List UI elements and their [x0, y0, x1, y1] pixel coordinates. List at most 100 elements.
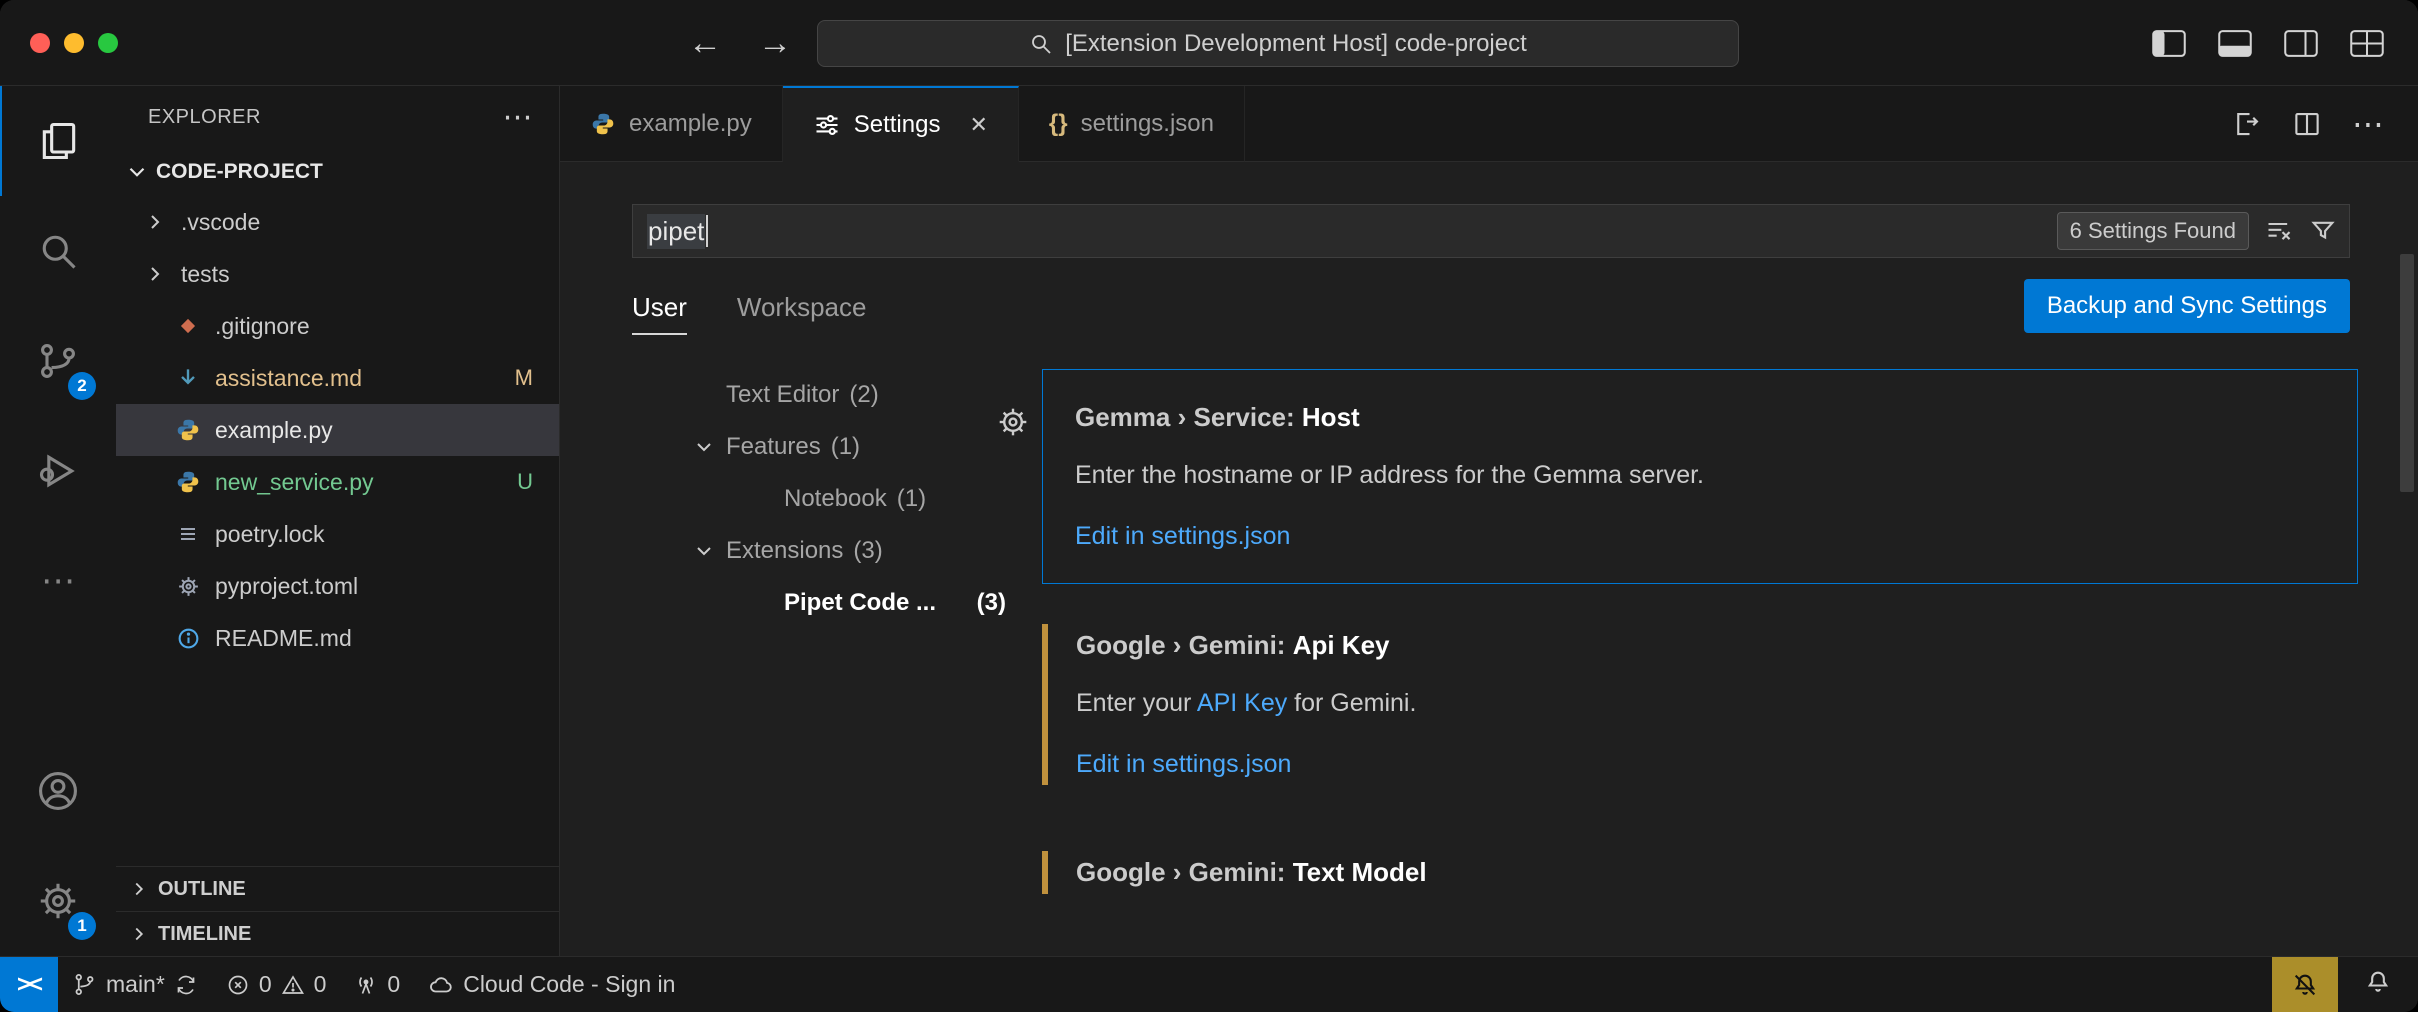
explorer-more-actions-icon[interactable]: ⋯	[503, 100, 534, 135]
open-changes-icon[interactable]	[2232, 109, 2262, 139]
editor-more-actions-icon[interactable]: ⋯	[2352, 105, 2384, 143]
manage-button[interactable]: 1	[0, 846, 116, 956]
python-file-icon	[175, 469, 201, 495]
git-modified-badge: M	[515, 365, 533, 391]
scrollbar-thumb[interactable]	[2400, 254, 2414, 492]
tab-settings-json[interactable]: {} settings.json	[1019, 86, 1245, 162]
toc-item-text-editor[interactable]: Text Editor (2)	[632, 369, 1012, 421]
problems-status-item[interactable]: 0 0	[212, 957, 341, 1012]
tree-item-pyproject-toml[interactable]: pyproject.toml	[116, 560, 559, 612]
search-icon	[36, 229, 80, 273]
sidebar-title: EXPLORER	[148, 106, 261, 129]
tree-item-example-py[interactable]: example.py	[116, 404, 559, 456]
ports-status-item[interactable]: 0	[340, 957, 414, 1012]
tab-settings[interactable]: Settings ✕	[783, 86, 1019, 162]
clear-search-icon[interactable]	[2265, 217, 2293, 245]
setting-google-gemini-api-key[interactable]: Google › Gemini: Api Key Enter your API …	[1042, 614, 2358, 795]
close-window-button[interactable]	[30, 33, 50, 53]
api-key-link[interactable]: API Key	[1197, 689, 1287, 717]
project-root-folder[interactable]: CODE-PROJECT	[116, 148, 559, 196]
notifications-status-item[interactable]	[2338, 968, 2418, 1002]
forward-icon[interactable]: →	[758, 24, 792, 63]
tree-item-new-service-py[interactable]: new_service.py U	[116, 456, 559, 508]
setting-title: Google › Gemini: Text Model	[1076, 857, 2358, 888]
toggle-secondary-sidebar-icon[interactable]	[2284, 30, 2318, 57]
json-file-icon: {}	[1049, 110, 1068, 138]
tab-example-py[interactable]: example.py	[560, 86, 783, 162]
toggle-sidebar-icon[interactable]	[2152, 30, 2186, 57]
settings-editor: pipet 6 Settings Found User Workspace Ba…	[560, 162, 2418, 956]
tree-item-vscode[interactable]: .vscode	[116, 196, 559, 248]
tree-item-assistance-md[interactable]: assistance.md M	[116, 352, 559, 404]
setting-gemma-service-host[interactable]: Gemma › Service: Host Enter the hostname…	[1042, 369, 2358, 584]
scm-badge: 2	[68, 372, 96, 400]
outline-section-header[interactable]: OUTLINE	[116, 866, 559, 911]
info-file-icon	[176, 626, 201, 651]
filter-icon[interactable]	[2309, 217, 2337, 245]
explorer-activity-button[interactable]	[0, 86, 116, 196]
chevron-right-icon	[128, 878, 150, 900]
minimize-window-button[interactable]	[64, 33, 84, 53]
settings-list: Gemma › Service: Host Enter the hostname…	[1042, 369, 2358, 904]
project-root-label: CODE-PROJECT	[156, 160, 323, 184]
settings-scope-tabs: User Workspace Backup and Sync Settings	[632, 292, 2350, 335]
scope-tab-workspace[interactable]: Workspace	[737, 292, 867, 335]
search-activity-button[interactable]	[0, 196, 116, 306]
toc-item-features[interactable]: Features (1)	[632, 421, 1012, 473]
zoom-window-button[interactable]	[98, 33, 118, 53]
chevron-down-icon	[692, 435, 716, 459]
backup-sync-button[interactable]: Backup and Sync Settings	[2024, 279, 2350, 333]
timeline-section-header[interactable]: TIMELINE	[116, 911, 559, 956]
text-caret	[706, 215, 708, 247]
edit-in-settings-json-link[interactable]: Edit in settings.json	[1076, 750, 2358, 779]
explorer-sidebar: EXPLORER ⋯ CODE-PROJECT .vscode tests	[116, 86, 560, 956]
setting-description: Enter the hostname or IP address for the…	[1075, 461, 2325, 490]
source-control-activity-button[interactable]: 2	[0, 306, 116, 416]
toc-item-notebook[interactable]: Notebook (1)	[632, 473, 1012, 525]
setting-google-gemini-text-model[interactable]: Google › Gemini: Text Model	[1042, 841, 2358, 904]
titlebar: ← → [Extension Development Host] code-pr…	[0, 0, 2418, 86]
chevron-right-icon	[143, 210, 167, 234]
traffic-lights	[30, 33, 118, 53]
close-tab-icon[interactable]: ✕	[969, 112, 987, 138]
remote-indicator[interactable]: ><	[0, 957, 58, 1012]
chevron-right-icon	[143, 262, 167, 286]
edit-in-settings-json-link[interactable]: Edit in settings.json	[1075, 522, 2325, 551]
git-branch-icon	[72, 972, 97, 997]
tree-item-tests[interactable]: tests	[116, 248, 559, 300]
customize-layout-icon[interactable]	[2350, 30, 2384, 57]
toc-item-extensions[interactable]: Extensions (3)	[632, 525, 1012, 577]
edit-setting-gear-icon[interactable]	[996, 405, 1030, 439]
sync-icon	[174, 973, 198, 997]
toc-item-pipet-code[interactable]: Pipet Code ... (3)	[632, 577, 1012, 629]
additional-views-button[interactable]: ⋯	[0, 526, 116, 636]
accounts-button[interactable]	[0, 736, 116, 846]
scope-tab-user[interactable]: User	[632, 292, 687, 335]
bell-slash-icon	[2291, 971, 2319, 999]
toggle-panel-icon[interactable]	[2218, 30, 2252, 57]
python-file-icon	[175, 417, 201, 443]
tree-item-readme-md[interactable]: README.md	[116, 612, 559, 664]
tab-bar: example.py Settings ✕ {} settings.json ⋯	[560, 86, 2418, 162]
run-debug-activity-button[interactable]	[0, 416, 116, 526]
do-not-disturb-status-item[interactable]	[2272, 957, 2338, 1012]
split-editor-icon[interactable]	[2292, 109, 2322, 139]
file-tree: .vscode tests .gitignore assistance.md M	[116, 196, 559, 664]
markdown-file-icon	[175, 365, 201, 391]
back-icon[interactable]: ←	[688, 24, 722, 63]
branch-status-item[interactable]: main*	[58, 957, 212, 1012]
cloud-code-status-item[interactable]: Cloud Code - Sign in	[414, 957, 689, 1012]
command-center[interactable]: [Extension Development Host] code-projec…	[817, 20, 1739, 67]
bell-icon	[2364, 968, 2392, 996]
tree-item-poetry-lock[interactable]: poetry.lock	[116, 508, 559, 560]
status-bar: >< main* 0 0 0 Cloud Code - Sign in	[0, 956, 2418, 1012]
remote-icon: ><	[17, 971, 41, 999]
tree-item-gitignore[interactable]: .gitignore	[116, 300, 559, 352]
editor-group: example.py Settings ✕ {} settings.json ⋯	[560, 86, 2418, 956]
errors-icon	[226, 973, 250, 997]
manage-badge: 1	[68, 912, 96, 940]
settings-search-input[interactable]: pipet 6 Settings Found	[632, 204, 2350, 258]
search-value: pipet	[647, 214, 705, 249]
search-icon	[1029, 32, 1053, 56]
setting-description: Enter your API Key for Gemini.	[1076, 689, 2358, 718]
